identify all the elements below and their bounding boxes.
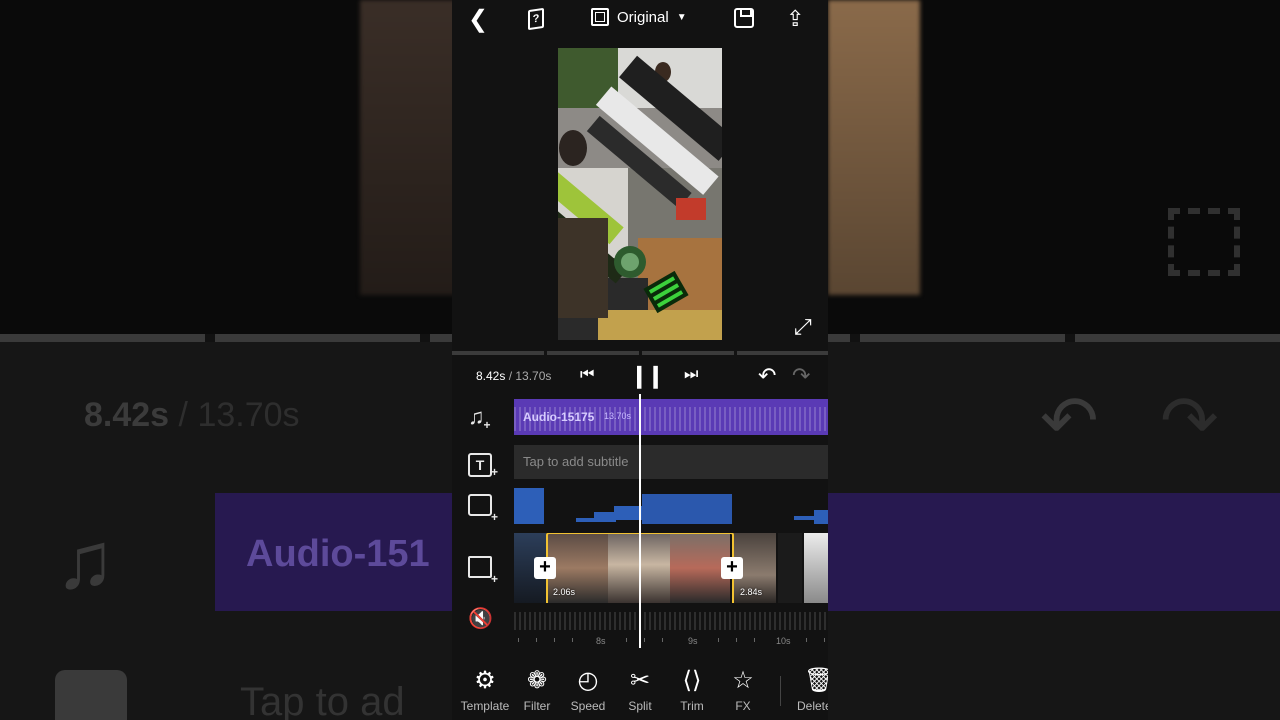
delete-button[interactable]: 🗑 Delete [788, 666, 828, 713]
mute-icon[interactable]: 🔇 [468, 606, 493, 631]
trim-icon: ⟨⟩ [682, 667, 702, 694]
bg-text-icon [55, 670, 127, 720]
next-clip-duration: 2.84s [740, 587, 763, 597]
selected-clip-duration: 2.06s [553, 587, 576, 597]
aspect-ratio-selector[interactable]: Original ▼ [591, 8, 687, 26]
sticker-clip[interactable] [514, 488, 544, 524]
fx-label: FX [735, 699, 751, 713]
help-icon[interactable]: ? [528, 7, 544, 31]
preview-frame-image [558, 48, 722, 340]
trash-icon: 🗑 [804, 667, 828, 694]
ruler-label: 10s [776, 636, 791, 646]
bg-redo-icon: ↷ [1160, 382, 1219, 460]
fx-button[interactable]: ☆ FX [717, 666, 769, 713]
bg-expand-icon [1168, 208, 1240, 276]
add-clip-icon[interactable]: + [468, 556, 498, 586]
video-preview[interactable] [558, 48, 722, 340]
bg-undo-icon: ↶ [1040, 382, 1099, 460]
filter-icon: ❁ [526, 667, 548, 694]
sticker-clip[interactable] [642, 494, 732, 524]
bg-photo-right [828, 0, 920, 295]
ruler-tick [718, 638, 719, 642]
video-editor-screen: ❮ ? Original ▼ ⇪ ⤢ 8.42s / 13.70s ⏮ ❙❙ ⏭… [452, 0, 828, 720]
ruler-label: 8s [596, 636, 606, 646]
template-label: Template [460, 699, 510, 713]
speed-icon: ◴ [577, 667, 599, 694]
template-icon: ⚙ [474, 667, 496, 694]
ruler-tick [554, 638, 555, 642]
original-audio-track [514, 612, 828, 630]
sticker-clip[interactable] [814, 510, 828, 524]
playback-controls: 8.42s / 13.70s ⏮ ❙❙ ⏭ ↶ ↷ [452, 360, 828, 392]
add-transition-button[interactable]: + [721, 557, 743, 579]
audio-track-name: Audio-15175 [523, 410, 595, 424]
trim-button[interactable]: ⟨⟩ Trim [666, 666, 718, 713]
ruler-label: 9s [688, 636, 698, 646]
split-icon: ✂ [629, 667, 651, 694]
speed-button[interactable]: ◴ Speed [562, 666, 614, 713]
toolbar-divider [780, 676, 781, 706]
filter-button[interactable]: ❁ Filter [511, 666, 563, 713]
time-display: 8.42s / 13.70s [476, 369, 551, 383]
split-label: Split [628, 699, 652, 713]
total-time: 13.70s [515, 369, 552, 383]
aspect-ratio-icon [591, 8, 609, 26]
speed-label: Speed [570, 699, 606, 713]
ruler-tick [536, 638, 537, 642]
add-music-icon[interactable]: ♫ + [468, 404, 491, 432]
aspect-ratio-label: Original [617, 8, 669, 26]
help-glyph: ? [532, 12, 540, 26]
skip-previous-icon[interactable]: ⏮ [580, 366, 594, 384]
subtitle-placeholder: Tap to add subtitle [523, 454, 629, 469]
top-bar: ❮ ? Original ▼ ⇪ [452, 0, 828, 40]
add-text-icon[interactable]: T + [468, 450, 498, 479]
export-icon[interactable]: ⇪ [786, 6, 804, 32]
video-track[interactable]: 2.06s 2.84s [514, 533, 828, 603]
preview-scrubber[interactable] [452, 351, 828, 355]
add-transition-button[interactable]: + [534, 557, 556, 579]
ruler-tick [736, 638, 737, 642]
time-separator: / [505, 369, 516, 383]
delete-label: Delete [797, 699, 828, 713]
bg-time: 8.42s / 13.70s [84, 396, 300, 434]
undo-icon[interactable]: ↶ [758, 363, 776, 389]
bg-music-icon: ♫ [55, 516, 115, 605]
ruler-tick [572, 638, 573, 642]
chevron-down-icon: ▼ [676, 11, 687, 23]
ruler-tick [754, 638, 755, 642]
clip-thumbnail [804, 533, 828, 603]
bottom-toolbar: ⚙ Template ❁ Filter ◴ Speed ✂ Split ⟨⟩ T… [452, 660, 828, 720]
audio-track[interactable]: Audio-15175 13.70s [514, 399, 828, 435]
add-sticker-icon[interactable]: + [468, 494, 498, 524]
ruler-tick [824, 638, 825, 642]
audio-track-duration: 13.70s [604, 411, 632, 421]
ruler-tick [662, 638, 663, 642]
split-button[interactable]: ✂ Split [614, 666, 666, 713]
back-icon[interactable]: ❮ [468, 6, 488, 34]
subtitle-track[interactable]: Tap to add subtitle [514, 445, 828, 479]
ruler-tick [518, 638, 519, 642]
current-time: 8.42s [476, 369, 506, 383]
fx-icon: ☆ [732, 667, 754, 694]
ruler-tick [626, 638, 627, 642]
playhead[interactable] [639, 394, 641, 648]
sticker-track[interactable] [514, 488, 828, 524]
time-ruler: 8s 9s 10s [514, 636, 828, 650]
pause-icon[interactable]: ❙❙ [630, 363, 665, 389]
ruler-tick [644, 638, 645, 642]
template-button[interactable]: ⚙ Template [459, 666, 511, 713]
filter-label: Filter [523, 699, 551, 713]
bg-tap-label: Tap to ad [240, 680, 405, 720]
trim-label: Trim [680, 699, 704, 713]
fullscreen-icon[interactable]: ⤢ [794, 314, 812, 340]
save-icon[interactable] [734, 8, 754, 28]
ruler-tick [806, 638, 807, 642]
skip-next-icon[interactable]: ⏭ [684, 366, 698, 384]
bg-audio-label: Audio-151 [246, 533, 430, 575]
redo-icon[interactable]: ↷ [792, 363, 810, 389]
clip-thumbnail [778, 533, 802, 603]
